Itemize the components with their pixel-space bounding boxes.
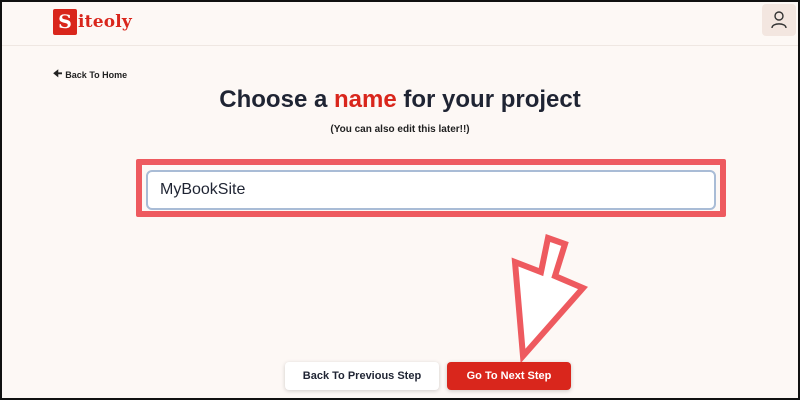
title-part-1: Choose a — [219, 86, 328, 113]
page-subtitle: (You can also edit this later!!) — [330, 124, 470, 135]
arrow-left-icon: 🠈 — [53, 69, 63, 80]
project-name-input[interactable] — [146, 170, 716, 210]
page-title: Choose a name for your project — [0, 86, 800, 114]
pointer-arrow-annotation — [511, 234, 588, 362]
siteoly-logo[interactable]: S iteoly — [53, 7, 132, 37]
go-to-next-step-button[interactable]: Go To Next Step — [447, 362, 571, 390]
back-to-home-link[interactable]: 🠈 Back To Home — [53, 69, 128, 81]
logo-letter: S — [53, 9, 77, 35]
user-icon — [771, 11, 787, 29]
title-part-2: for your project — [403, 86, 581, 113]
user-account-button[interactable] — [762, 4, 796, 36]
logo-text: iteoly — [78, 12, 133, 32]
back-to-previous-step-button[interactable]: Back To Previous Step — [285, 362, 439, 390]
top-bar: S iteoly — [2, 2, 798, 46]
back-to-home-label: Back To Home — [65, 70, 128, 80]
title-accent-word: name — [333, 86, 397, 113]
